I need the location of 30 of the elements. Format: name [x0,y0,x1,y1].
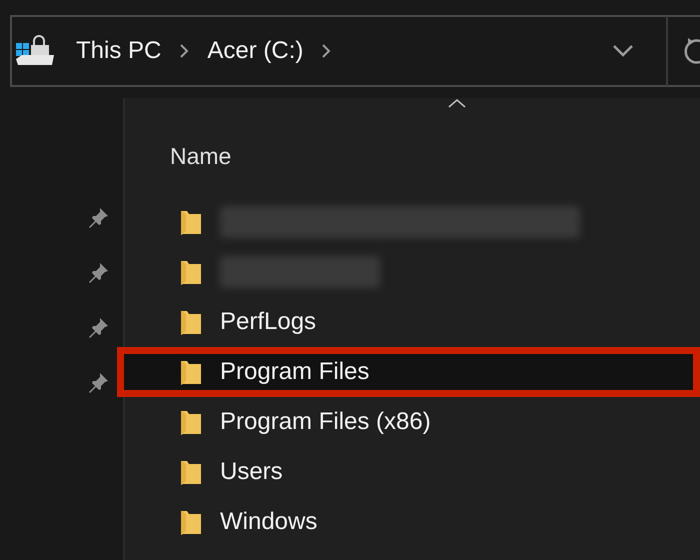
folder-icon [180,408,202,436]
address-bar[interactable]: This PC Acer (C:) [10,15,700,87]
pin-icon [87,260,111,284]
file-row[interactable]: Windows [125,497,700,547]
breadcrumb[interactable]: This PC [76,33,162,69]
folder-name: Windows [220,507,318,537]
sort-up-icon[interactable] [448,98,466,108]
folder-icon [180,308,202,336]
folder-icon [180,258,202,286]
pin-icon [87,205,111,229]
file-row[interactable]: PerfLogs [125,297,700,347]
file-row[interactable]: Program Files [125,347,700,397]
folder-name: Users [220,457,283,487]
folder-name: Program Files [220,357,370,387]
chevron-right-icon [179,43,190,59]
folder-icon [180,208,202,236]
breadcrumb[interactable]: Acer (C:) [207,33,304,69]
pin-icon [87,370,111,394]
refresh-icon[interactable] [682,36,700,66]
column-header[interactable]: Name [170,138,232,173]
folder-name: Program Files (x86) [220,407,431,437]
folder-icon [180,508,202,536]
folder-icon [180,358,202,386]
folder-name: PerfLogs [220,307,316,337]
dropdown-icon[interactable] [612,44,634,58]
pin-icon [87,315,111,339]
file-row[interactable]: Users [125,447,700,497]
file-row[interactable]: Program Files (x86) [125,397,700,447]
chevron-right-icon [321,43,332,59]
folder-icon [180,458,202,486]
